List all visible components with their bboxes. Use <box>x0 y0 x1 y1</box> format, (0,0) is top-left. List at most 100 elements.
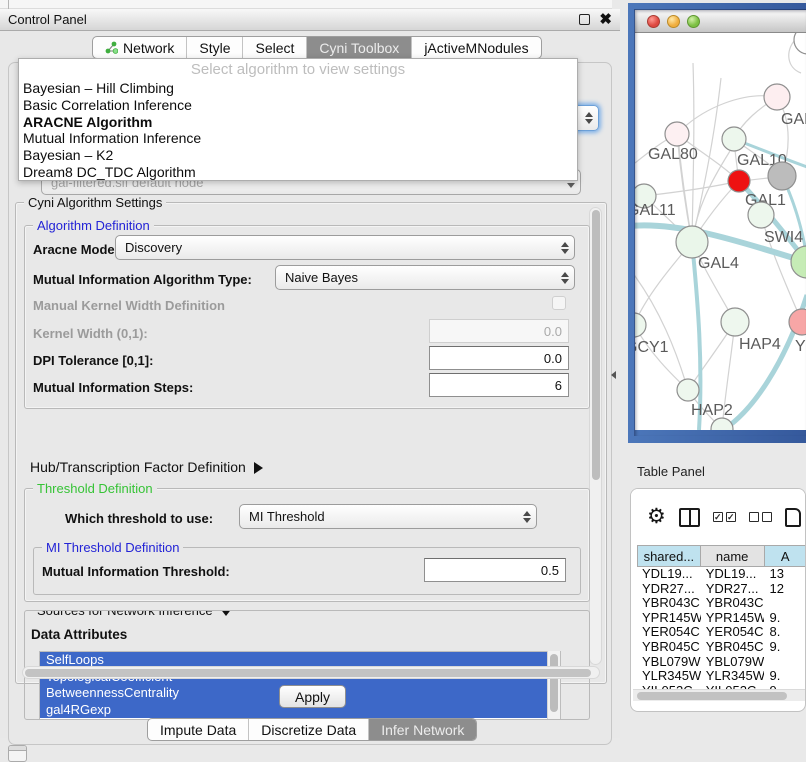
algorithm-option[interactable]: Bayesian – K2 <box>19 147 577 164</box>
restore-panel-icon[interactable] <box>8 745 27 762</box>
tab-jactivemnodules[interactable]: jActiveMNodules <box>412 37 540 58</box>
settings-hscroll-thumb[interactable] <box>25 669 591 677</box>
mi-threshold-definition-group: MI Threshold Definition Mutual Informati… <box>33 547 581 595</box>
hub-transcription-factor-row[interactable]: Hub/Transcription Factor Definition <box>30 459 263 475</box>
columns-icon[interactable] <box>679 508 700 527</box>
mi-algorithm-type-value: Naive Bayes <box>276 270 556 285</box>
column-header[interactable]: shared... <box>637 545 701 567</box>
threshold-definition-legend: Threshold Definition <box>33 481 157 496</box>
export-table-icon[interactable] <box>785 508 801 527</box>
network-node[interactable] <box>665 122 689 146</box>
column-header[interactable]: name <box>701 545 765 567</box>
float-window-button[interactable] <box>579 14 590 25</box>
network-node-label: GAL11 <box>635 202 676 219</box>
table-cell <box>764 596 806 611</box>
threshold-definition-group: Threshold Definition Which threshold to … <box>24 488 590 602</box>
network-node[interactable] <box>794 33 806 54</box>
mi-algorithm-type-label: Mutual Information Algorithm Type: <box>33 272 252 287</box>
which-threshold-combo[interactable]: MI Threshold <box>239 504 537 529</box>
apply-button-label: Apply <box>295 689 330 705</box>
tab-discretize-data[interactable]: Discretize Data <box>249 719 369 740</box>
network-node[interactable] <box>711 418 733 430</box>
tab-network[interactable]: Network <box>93 37 187 58</box>
tab-discretize-data-label: Discretize Data <box>261 722 356 738</box>
network-node[interactable] <box>728 170 750 192</box>
attributes-list-scrollbar[interactable] <box>547 651 560 720</box>
apply-button[interactable]: Apply <box>279 685 346 708</box>
manual-kernel-width-checkbox[interactable] <box>552 296 566 310</box>
attributes-scroll-thumb[interactable] <box>550 654 558 712</box>
table-header-row: shared...nameA <box>637 545 806 567</box>
mi-steps-label: Mutual Information Steps: <box>33 380 193 395</box>
table-horizontal-scrollbar[interactable] <box>633 689 805 701</box>
node-table: shared...nameA YDL19...YDL19...13YDR27..… <box>637 545 806 698</box>
minimize-traffic-button[interactable] <box>667 15 680 28</box>
table-row[interactable]: YLR345WYLR345W9. <box>637 669 806 684</box>
network-node-label: SWI4 <box>764 229 803 246</box>
close-traffic-button[interactable] <box>647 15 660 28</box>
select-all-columns-icon[interactable]: ✓ ✓ <box>713 512 736 522</box>
column-header[interactable]: A <box>765 545 806 567</box>
algorithm-option[interactable]: ARACNE Algorithm <box>19 114 577 131</box>
network-node[interactable] <box>791 246 806 278</box>
network-canvas[interactable]: GALGAL80GAL10GAL1GAL11SWI4GAL4GCY1HAP4YH… <box>635 33 806 430</box>
dpi-tolerance-field[interactable]: 0.0 <box>429 346 569 370</box>
network-node[interactable] <box>635 313 646 337</box>
tab-impute-data[interactable]: Impute Data <box>148 719 249 740</box>
tab-style[interactable]: Style <box>187 37 243 58</box>
network-node-label: GCY1 <box>635 339 669 356</box>
table-cell: YER054C <box>637 625 701 640</box>
kernel-width-field[interactable]: 0.0 <box>429 319 569 343</box>
table-cell <box>764 655 806 670</box>
aracne-mode-combo[interactable]: Discovery <box>115 235 575 260</box>
cyni-algorithm-settings-legend: Cyni Algorithm Settings <box>24 195 166 210</box>
algorithm-option[interactable]: Basic Correlation Inference <box>19 97 577 114</box>
table-row[interactable]: YBL079WYBL079W <box>637 655 806 670</box>
network-view-window[interactable]: GALGAL80GAL10GAL1GAL11SWI4GAL4GCY1HAP4YH… <box>628 3 806 443</box>
table-cell: YBL079W <box>637 655 701 670</box>
network-node[interactable] <box>721 308 749 336</box>
mi-algorithm-type-combo[interactable]: Naive Bayes <box>275 265 575 290</box>
mi-threshold-field[interactable]: 0.5 <box>424 558 566 582</box>
table-row[interactable]: YBR043CYBR043C <box>637 596 806 611</box>
deselect-all-columns-icon[interactable] <box>749 512 772 522</box>
top-toolbar-remnant <box>0 0 612 9</box>
close-window-button[interactable]: ✖ <box>599 14 612 25</box>
table-row[interactable]: YDL19...YDL19...13 <box>637 567 806 582</box>
network-node[interactable] <box>764 84 790 110</box>
table-row[interactable]: YBR045CYBR045C9. <box>637 640 806 655</box>
dpi-tolerance-label: DPI Tolerance [0,1]: <box>33 353 153 368</box>
tab-cyni-toolbox[interactable]: Cyni Toolbox <box>307 37 412 58</box>
control-panel-tab-bar: Network Style Select Cyni Toolbox jActiv… <box>92 36 542 59</box>
stepper-icon <box>556 242 574 254</box>
algorithm-option[interactable]: Bayesian – Hill Climbing <box>19 80 577 97</box>
settings-vscroll-thumb[interactable] <box>592 210 600 480</box>
network-node[interactable] <box>748 202 774 228</box>
network-node[interactable] <box>676 226 708 258</box>
table-row[interactable]: YPR145WYPR145W9. <box>637 611 806 626</box>
tab-select[interactable]: Select <box>243 37 307 58</box>
table-cell: 8. <box>764 625 806 640</box>
network-node-label: HAP4 <box>739 336 781 353</box>
gear-icon[interactable]: ⚙ <box>647 507 666 527</box>
checked-box-icon: ✓ <box>713 512 723 522</box>
network-node[interactable] <box>677 379 699 401</box>
table-hscroll-thumb[interactable] <box>637 692 787 700</box>
settings-horizontal-scrollbar[interactable] <box>22 666 600 679</box>
network-window-titlebar[interactable] <box>635 10 806 33</box>
settings-vertical-scrollbar[interactable] <box>589 207 602 665</box>
network-node[interactable] <box>768 162 796 190</box>
table-row[interactable]: YER054CYER054C8. <box>637 625 806 640</box>
network-node[interactable] <box>722 127 746 151</box>
zoom-traffic-button[interactable] <box>687 15 700 28</box>
algorithm-option[interactable]: Mutual Information Inference <box>19 130 577 147</box>
panel-collapse-arrow[interactable] <box>611 371 616 379</box>
manual-kernel-width-label: Manual Kernel Width Definition <box>33 298 225 313</box>
mi-steps-field[interactable]: 6 <box>429 373 569 397</box>
table-row[interactable]: YDR27...YDR27...12 <box>637 582 806 597</box>
tab-infer-network[interactable]: Infer Network <box>369 719 476 740</box>
algorithm-option[interactable]: Dream8 DC_TDC Algorithm <box>19 164 577 181</box>
tab-infer-network-label: Infer Network <box>381 722 464 738</box>
table-cell: YDL19... <box>637 567 701 582</box>
tab-cyni-toolbox-label: Cyni Toolbox <box>319 40 399 56</box>
